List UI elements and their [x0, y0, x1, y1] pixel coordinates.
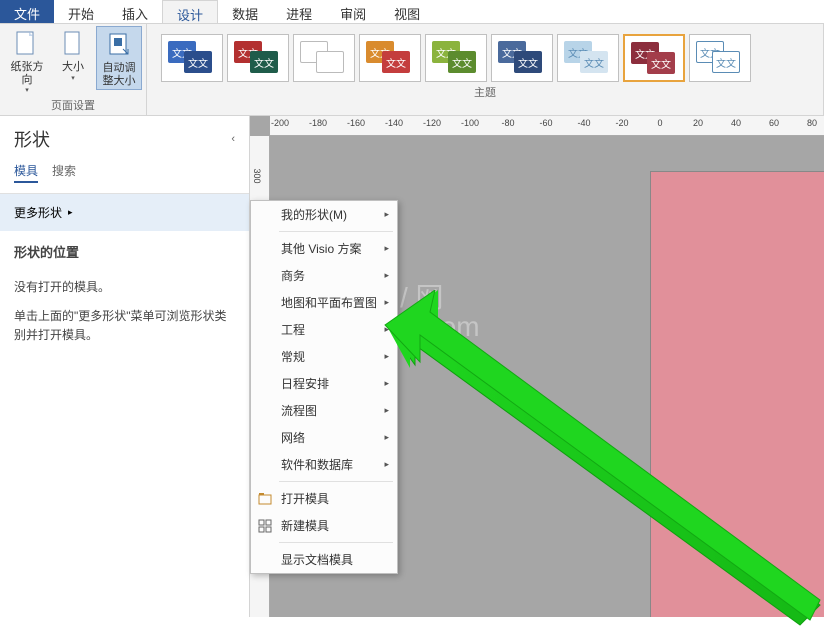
menu-open-stencil[interactable]: 打开模具 [251, 485, 397, 512]
menu-engineering[interactable]: 工程▸ [251, 316, 397, 343]
subtab-search[interactable]: 搜索 [52, 162, 76, 183]
chevron-right-icon: ▸ [384, 209, 389, 220]
menu-schedule[interactable]: 日程安排▸ [251, 370, 397, 397]
menu-maps[interactable]: 地图和平面布置图▸ [251, 289, 397, 316]
tab-home[interactable]: 开始 [54, 0, 108, 23]
theme-thumb-6[interactable]: 文文文文 [491, 34, 553, 82]
shapes-panel-body: 形状的位置 没有打开的模具。 单击上面的"更多形状"菜单可浏览形状类别并打开模具… [0, 231, 249, 367]
open-icon [257, 491, 273, 507]
menu-software-db[interactable]: 软件和数据库▸ [251, 451, 397, 478]
menu-network[interactable]: 网络▸ [251, 424, 397, 451]
auto-size-button[interactable]: 自动调整大小 [96, 26, 142, 90]
more-shapes-button[interactable]: 更多形状 ▸ [0, 194, 249, 231]
chevron-right-icon: ▸ [384, 378, 389, 389]
menu-show-doc-stencil[interactable]: 显示文档模具 [251, 546, 397, 573]
menu-new-stencil[interactable]: 新建模具 [251, 512, 397, 539]
menu-other-visio[interactable]: 其他 Visio 方案▸ [251, 235, 397, 262]
tab-process[interactable]: 进程 [272, 0, 326, 23]
chevron-right-icon: ▸ [384, 270, 389, 281]
chevron-right-icon: ▸ [384, 324, 389, 335]
collapse-icon[interactable]: ‹ [231, 133, 235, 145]
shape-position-heading: 形状的位置 [14, 243, 235, 264]
tab-view[interactable]: 视图 [380, 0, 434, 23]
shapes-panel: 形状 ‹ 模具 搜索 更多形状 ▸ 形状的位置 没有打开的模具。 单击上面的"更… [0, 116, 250, 617]
tab-review[interactable]: 审阅 [326, 0, 380, 23]
chevron-right-icon: ▸ [384, 351, 389, 362]
ribbon-group-themes: 文文文文 文文文文 文文文文 文文文文 文文文文 文文文文 文文文文 文文文文 … [147, 24, 824, 115]
menu-my-shapes[interactable]: 我的形状(M)▸ [251, 201, 397, 228]
chevron-right-icon: ▸ [384, 432, 389, 443]
new-icon [257, 518, 273, 534]
tab-design[interactable]: 设计 [162, 0, 218, 23]
theme-thumb-3[interactable] [293, 34, 355, 82]
tab-insert[interactable]: 插入 [108, 0, 162, 23]
theme-thumb-7[interactable]: 文文文文 [557, 34, 619, 82]
ribbon: 纸张方向▾ 大小▾ 自动调整大小 页面设置 文文文文 文文文文 文文文文 文文文… [0, 24, 824, 116]
tab-data[interactable]: 数据 [218, 0, 272, 23]
size-button[interactable]: 大小▾ [50, 26, 96, 85]
themes-label: 主题 [151, 84, 819, 102]
orientation-button[interactable]: 纸张方向▾ [4, 26, 50, 97]
chevron-right-icon: ▸ [384, 243, 389, 254]
shapes-title: 形状 ‹ [0, 116, 249, 158]
menu-business[interactable]: 商务▸ [251, 262, 397, 289]
theme-thumb-1[interactable]: 文文文文 [161, 34, 223, 82]
menu-flowchart[interactable]: 流程图▸ [251, 397, 397, 424]
ruler-horizontal: -200-180-160-140-120-100-80-60-40-200204… [270, 116, 824, 136]
ribbon-group-page-setup: 纸张方向▾ 大小▾ 自动调整大小 页面设置 [0, 24, 147, 115]
chevron-right-icon: ▸ [384, 405, 389, 416]
theme-thumb-5[interactable]: 文文文文 [425, 34, 487, 82]
chevron-right-icon: ▸ [68, 207, 73, 218]
theme-gallery[interactable]: 文文文文 文文文文 文文文文 文文文文 文文文文 文文文文 文文文文 文文文文 [151, 26, 819, 84]
more-shapes-menu: 我的形状(M)▸ 其他 Visio 方案▸ 商务▸ 地图和平面布置图▸ 工程▸ … [250, 200, 398, 574]
drawing-page[interactable] [650, 171, 824, 617]
page-setup-label: 页面设置 [4, 97, 142, 115]
theme-thumb-9[interactable]: 文文文文 [689, 34, 751, 82]
no-stencil-msg: 没有打开的模具。 [14, 278, 235, 297]
theme-thumb-4[interactable]: 文文文文 [359, 34, 421, 82]
hint-msg: 单击上面的"更多形状"菜单可浏览形状类别并打开模具。 [14, 307, 235, 345]
theme-thumb-2[interactable]: 文文文文 [227, 34, 289, 82]
subtab-moulds[interactable]: 模具 [14, 162, 38, 183]
ribbon-tabs: 文件 开始 插入 设计 数据 进程 审阅 视图 [0, 0, 824, 24]
theme-thumb-8[interactable]: 文文文文 [623, 34, 685, 82]
chevron-right-icon: ▸ [384, 459, 389, 470]
menu-general[interactable]: 常规▸ [251, 343, 397, 370]
tab-file[interactable]: 文件 [0, 0, 54, 23]
chevron-right-icon: ▸ [384, 297, 389, 308]
workspace: 形状 ‹ 模具 搜索 更多形状 ▸ 形状的位置 没有打开的模具。 单击上面的"更… [0, 116, 824, 617]
watermark-text: / 网 [400, 276, 444, 316]
shapes-subtabs: 模具 搜索 [0, 158, 249, 194]
